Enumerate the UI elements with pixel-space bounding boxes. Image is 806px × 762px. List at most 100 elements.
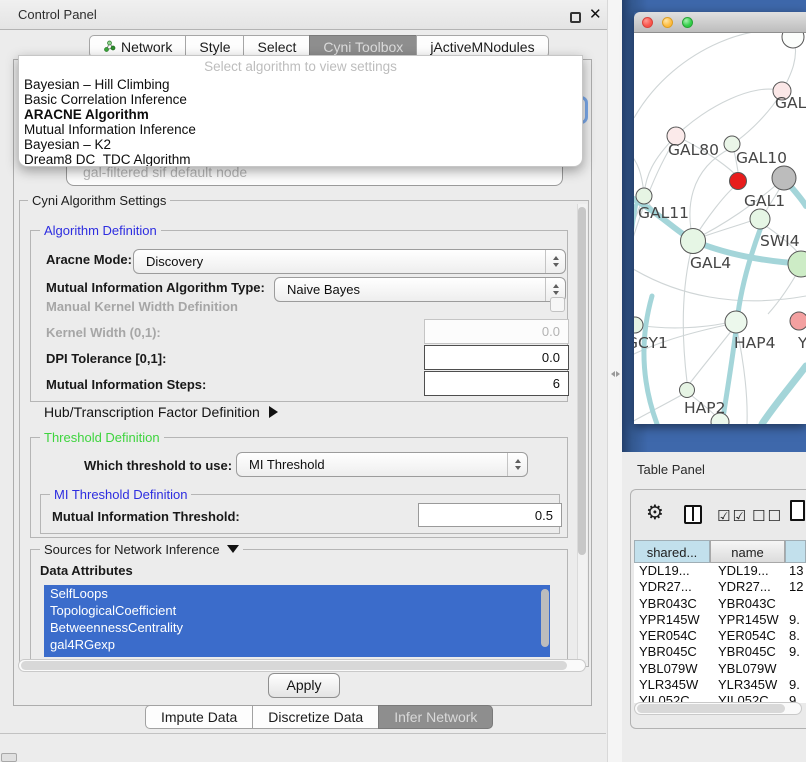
aracne-mode-label: Aracne Mode: bbox=[46, 252, 132, 267]
network-canvas[interactable]: GALGAL80GAL10GAL11GAL1SWI4GAL4GCY1HAP4YH… bbox=[634, 33, 806, 424]
attribute-list-scrollbar-thumb[interactable] bbox=[541, 589, 549, 647]
table-cell: YDR27... bbox=[634, 579, 710, 595]
network-node[interactable] bbox=[680, 383, 695, 398]
aracne-mode-value: Discovery bbox=[146, 250, 203, 273]
attribute-item[interactable]: BetweennessCentrality bbox=[44, 619, 550, 636]
table-cell: YLR345W bbox=[634, 677, 710, 693]
sources-toggle[interactable]: Sources for Network Inference bbox=[40, 542, 243, 557]
attribute-item[interactable]: TopologicalCoefficient bbox=[44, 602, 550, 619]
settings-hscrollbar-thumb[interactable] bbox=[21, 661, 567, 670]
panel-divider bbox=[0, 733, 606, 734]
table-settings-gear-icon[interactable]: ⚙ bbox=[646, 500, 664, 524]
network-node[interactable] bbox=[730, 173, 747, 190]
network-node-label: GAL bbox=[775, 94, 806, 112]
dropdown-item[interactable]: Bayesian – K2 bbox=[19, 137, 582, 152]
table-row[interactable]: YBR045CYBR045C9. bbox=[634, 644, 806, 660]
dropdown-item[interactable]: Mutual Information Inference bbox=[19, 122, 582, 137]
sources-title: Sources for Network Inference bbox=[44, 542, 220, 557]
dropdown-item[interactable]: Bayesian – Hill Climbing bbox=[19, 77, 582, 92]
table-row[interactable]: YBL079WYBL079W bbox=[634, 661, 806, 677]
column-header-shared-name[interactable]: shared... bbox=[634, 540, 710, 563]
network-window-titlebar[interactable] bbox=[634, 12, 806, 33]
table-cell: YER054C bbox=[634, 628, 710, 644]
mi-type-combo[interactable]: Naive Bayes bbox=[274, 277, 566, 302]
table-hscrollbar-thumb[interactable] bbox=[637, 704, 785, 713]
column-header-extra[interactable] bbox=[785, 540, 806, 563]
table-cell: 12 bbox=[785, 579, 806, 595]
table-row[interactable]: YPR145WYPR145W9. bbox=[634, 612, 806, 628]
table-panel-title: Table Panel bbox=[637, 462, 705, 477]
network-edge bbox=[634, 33, 794, 118]
tab-label: Style bbox=[199, 39, 230, 55]
network-node[interactable] bbox=[790, 312, 806, 330]
dpi-tolerance-field[interactable]: 0.0 bbox=[424, 345, 569, 370]
network-node[interactable] bbox=[788, 251, 806, 277]
mi-threshold-definition-title: MI Threshold Definition bbox=[50, 487, 191, 502]
table-cell: 9. bbox=[785, 677, 806, 693]
tab-infer-network[interactable]: Infer Network bbox=[378, 705, 493, 729]
network-node-label: GAL11 bbox=[638, 204, 689, 222]
network-icon bbox=[103, 40, 116, 53]
tab-label: Network bbox=[121, 39, 172, 55]
tab-discretize-data[interactable]: Discretize Data bbox=[252, 705, 379, 729]
attribute-item[interactable]: gal4RGexp bbox=[44, 636, 550, 653]
dropdown-item[interactable]: Dream8 DC_TDC Algorithm bbox=[19, 152, 582, 167]
table-row[interactable]: YER054CYER054C8. bbox=[634, 628, 806, 644]
network-node[interactable] bbox=[681, 229, 706, 254]
network-node[interactable] bbox=[725, 311, 747, 333]
which-threshold-combo[interactable]: MI Threshold bbox=[236, 452, 528, 477]
dropdown-item[interactable]: Basic Correlation Inference bbox=[19, 92, 582, 107]
table-cell: 9. bbox=[785, 612, 806, 628]
table-row[interactable]: YBR043CYBR043C bbox=[634, 596, 806, 612]
mi-steps-field[interactable]: 6 bbox=[424, 371, 569, 396]
network-node[interactable] bbox=[636, 188, 652, 204]
apply-button[interactable]: Apply bbox=[268, 673, 340, 698]
table-cell: 13 bbox=[785, 563, 806, 579]
panel-splitter[interactable] bbox=[607, 0, 622, 762]
network-edge-thick bbox=[634, 205, 636, 300]
float-window-icon[interactable] bbox=[570, 12, 581, 23]
splitter-grip-icon[interactable] bbox=[611, 368, 620, 380]
select-all-checkboxes-icon[interactable]: ☑☑ bbox=[717, 507, 748, 525]
network-edge bbox=[690, 148, 731, 240]
export-table-document-icon[interactable] bbox=[790, 500, 805, 521]
mac-zoom-button[interactable] bbox=[682, 17, 693, 28]
aracne-mode-combo[interactable]: Discovery bbox=[133, 249, 566, 274]
network-edge bbox=[634, 146, 644, 193]
network-node[interactable] bbox=[772, 166, 796, 190]
network-node-label: HAP2 bbox=[684, 399, 725, 417]
close-icon[interactable]: ✕ bbox=[589, 5, 602, 23]
tab-label: jActiveMNodules bbox=[430, 39, 534, 55]
data-attributes-list[interactable]: SelfLoops TopologicalCoefficient Between… bbox=[44, 585, 550, 657]
table-cell: YBR043C bbox=[710, 596, 785, 612]
settings-scrollbar-thumb[interactable] bbox=[578, 207, 586, 555]
mac-minimize-button[interactable] bbox=[662, 17, 673, 28]
collapsed-panel-button[interactable] bbox=[1, 753, 17, 762]
table-row[interactable]: YDL19...YDL19...13 bbox=[634, 563, 806, 579]
network-node[interactable] bbox=[634, 317, 643, 333]
network-node[interactable] bbox=[782, 33, 804, 48]
table-cell: YBL079W bbox=[710, 661, 785, 677]
mac-close-button[interactable] bbox=[642, 17, 653, 28]
tab-label: Select bbox=[257, 39, 296, 55]
manual-kernel-checkbox[interactable] bbox=[550, 297, 565, 312]
dropdown-item[interactable]: ARACNE Algorithm bbox=[19, 107, 582, 122]
tab-impute-data[interactable]: Impute Data bbox=[145, 705, 253, 729]
table-body[interactable]: YDL19...YDL19...13YDR27...YDR27...12YBR0… bbox=[634, 563, 806, 703]
kernel-width-field[interactable]: 0.0 bbox=[424, 319, 569, 344]
mi-threshold-field[interactable]: 0.5 bbox=[418, 503, 562, 527]
column-header-name[interactable]: name bbox=[710, 540, 785, 563]
screen: Control Panel ✕ Network Style Select Cyn… bbox=[0, 0, 806, 762]
table-cell: YPR145W bbox=[710, 612, 785, 628]
control-panel-title: Control Panel bbox=[18, 7, 97, 22]
kernel-width-label: Kernel Width (0,1): bbox=[46, 325, 161, 340]
split-columns-icon[interactable] bbox=[684, 505, 702, 524]
table-row[interactable]: YLR345WYLR345W9. bbox=[634, 677, 806, 693]
attribute-item[interactable]: SelfLoops bbox=[44, 585, 550, 602]
table-row[interactable]: YDR27...YDR27...12 bbox=[634, 579, 806, 595]
deselect-all-checkboxes-icon[interactable]: ☐☐ bbox=[752, 507, 783, 525]
network-node-label: GCY1 bbox=[634, 334, 668, 352]
network-node[interactable] bbox=[750, 209, 770, 229]
network-node-label: GAL80 bbox=[668, 141, 719, 159]
hub-definition-toggle[interactable]: Hub/Transcription Factor Definition bbox=[44, 404, 278, 420]
